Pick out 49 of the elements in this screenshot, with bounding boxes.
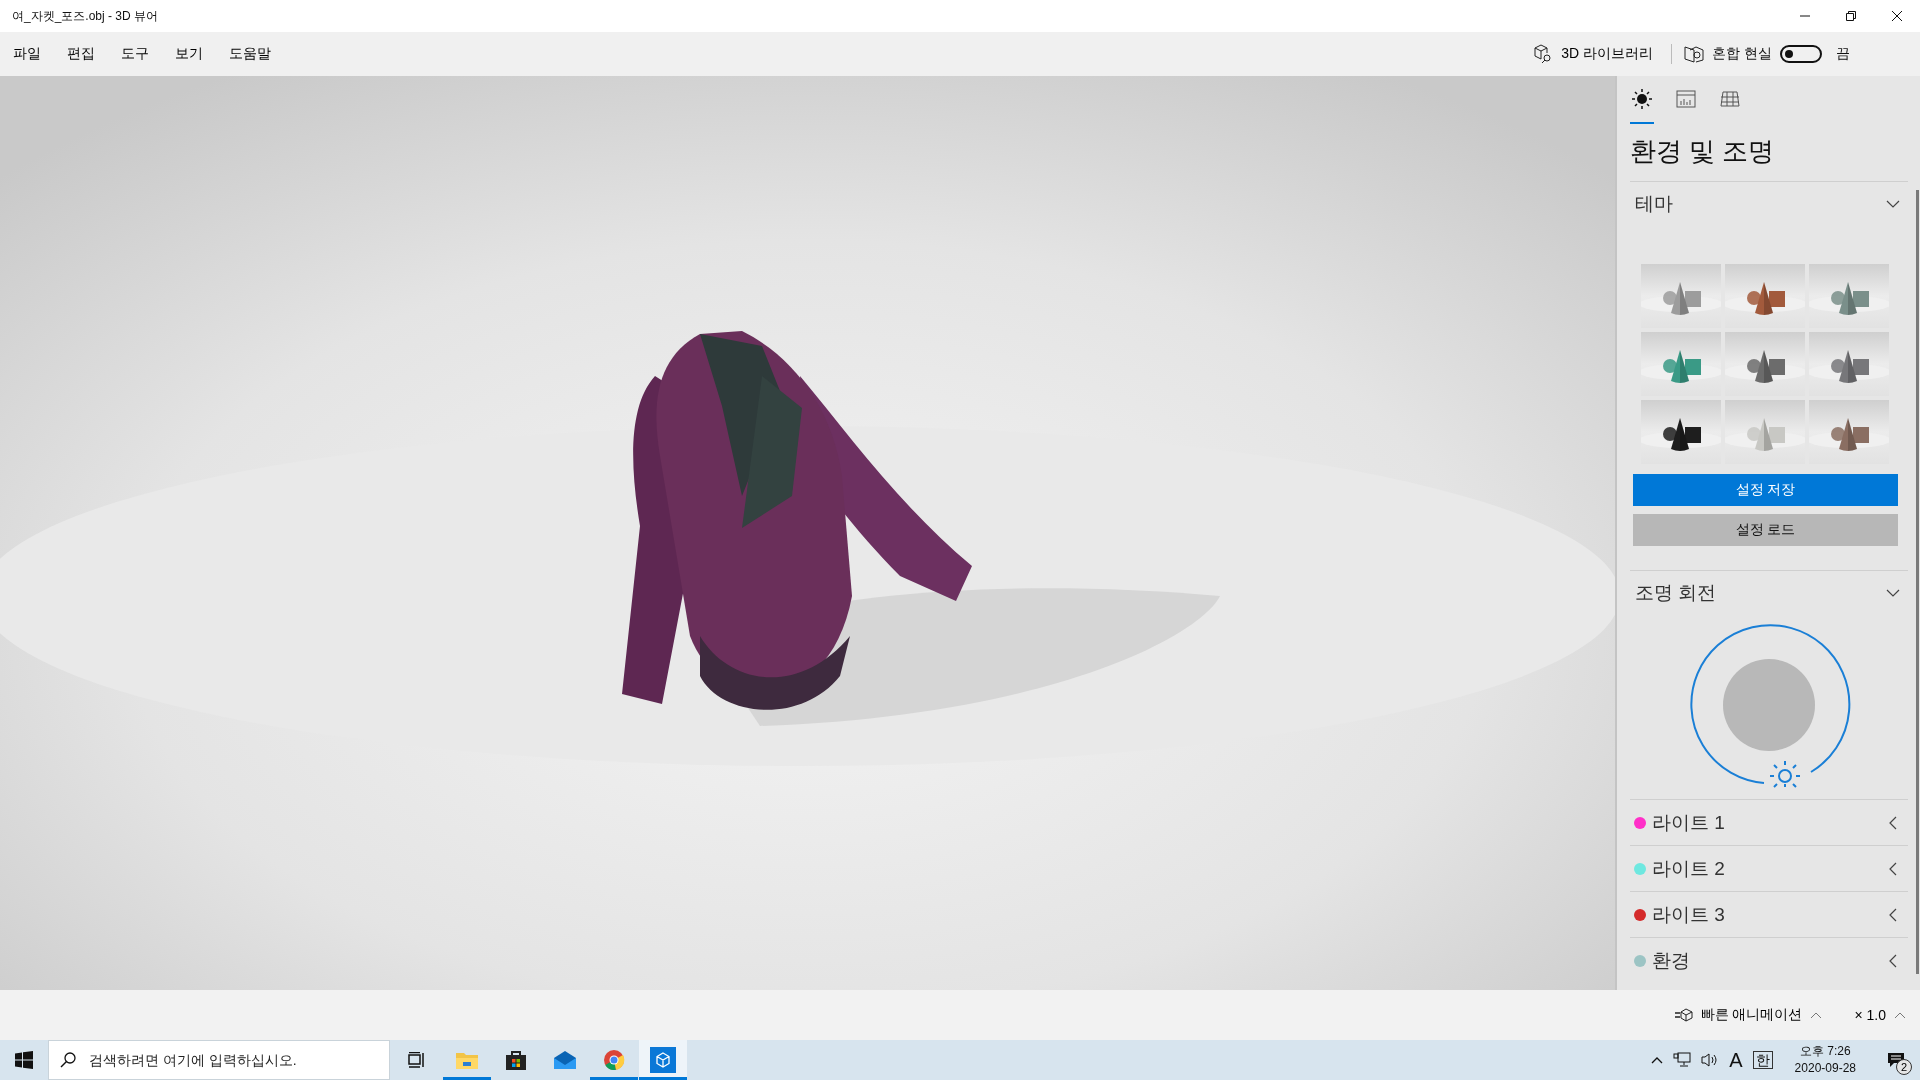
search-icon [60, 1052, 76, 1068]
keyboard-indicator[interactable]: A [1729, 1048, 1743, 1072]
menu-item[interactable]: 도움말 [216, 36, 284, 72]
grid-icon [1720, 91, 1740, 107]
speed-button[interactable]: × 1.0 [1848, 1006, 1912, 1024]
menu-item[interactable]: 파일 [0, 36, 54, 72]
panel-heading: 환경 및 조명 [1630, 135, 1776, 168]
clock[interactable]: 오후 7:26 2020-09-28 [1794, 1043, 1856, 1077]
mail-icon [553, 1050, 577, 1070]
light-row[interactable]: 라이트 3 [1630, 891, 1908, 937]
save-settings-button[interactable]: 설정 저장 [1633, 474, 1898, 506]
task-view-icon [408, 1052, 426, 1068]
light-rotation-expander[interactable]: 조명 회전 [1630, 571, 1908, 615]
menu-item[interactable]: 편집 [54, 36, 108, 72]
restore-icon [1846, 11, 1856, 21]
mixed-reality-toggle[interactable] [1780, 45, 1822, 63]
sun-icon [1632, 89, 1652, 109]
speaker-icon [1701, 1052, 1720, 1068]
toggle-state: 끔 [1836, 45, 1850, 63]
window-title: 여_자켓_포즈.obj - 3D 뷰어 [11, 7, 160, 25]
load-settings-button[interactable]: 설정 로드 [1633, 514, 1898, 546]
theme-expander[interactable]: 테마 [1630, 182, 1908, 226]
light-row[interactable]: 라이트 1 [1630, 799, 1908, 845]
chart-icon [1676, 90, 1696, 108]
folder-icon [455, 1050, 479, 1070]
shopping-bag-icon [505, 1049, 527, 1071]
light-rotation-dial[interactable] [1687, 623, 1851, 789]
cube-search-icon [1533, 44, 1554, 64]
caret-icon [1810, 1011, 1823, 1019]
animation-icon [1674, 1008, 1693, 1022]
search-field[interactable]: 검색하려면 여기에 입력하십시오. [48, 1040, 390, 1080]
light-row[interactable]: 환경 [1630, 937, 1908, 983]
menu-item[interactable]: 보기 [162, 36, 216, 72]
mixed-reality-label: 혼합 현실 [1712, 45, 1772, 63]
windows-icon [15, 1051, 33, 1069]
notification-button[interactable]: 2 [1878, 1042, 1914, 1078]
cube-icon [650, 1047, 676, 1073]
caret-icon [1894, 1011, 1906, 1019]
browser-icon [603, 1049, 625, 1071]
mixed-reality-icon [1684, 45, 1705, 63]
network-icon [1673, 1052, 1692, 1068]
light-row[interactable]: 라이트 2 [1630, 845, 1908, 891]
animation-button[interactable]: 빠른 애니메이션 [1668, 1005, 1829, 1025]
close-icon [1892, 11, 1902, 21]
library-button[interactable]: 3D 라이브러리 [1527, 40, 1660, 68]
caret-icon [1651, 1056, 1664, 1064]
scrollbar[interactable] [1916, 190, 1919, 974]
menu-item[interactable]: 도구 [108, 36, 162, 72]
ime-indicator[interactable]: 한 [1752, 1051, 1773, 1069]
